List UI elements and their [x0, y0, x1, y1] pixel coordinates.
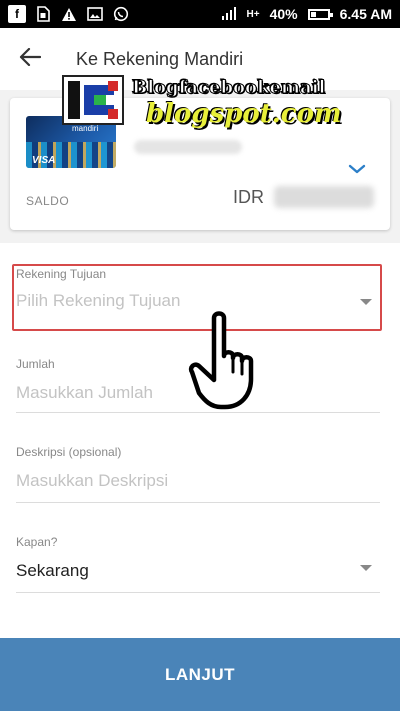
destination-label: Rekening Tujuan [16, 267, 107, 281]
page-title: Ke Rekening Mandiri [76, 48, 244, 69]
sim-card-icon [34, 5, 52, 23]
balance-label: SALDO [26, 194, 70, 208]
card-network: VISA [32, 155, 56, 166]
description-input[interactable]: Masukkan Deskripsi [16, 471, 380, 491]
status-bar: f H+ 40% 6.45 AM [0, 0, 400, 28]
whatsapp-icon [112, 5, 130, 23]
balance-redacted [274, 186, 374, 208]
account-number-redacted [134, 140, 242, 154]
clock: 6.45 AM [339, 6, 392, 22]
app-header: Ke Rekening Mandiri [0, 28, 400, 90]
arrow-left-icon [19, 47, 42, 70]
facebook-icon: f [8, 5, 26, 23]
description-label: Deskripsi (opsional) [16, 445, 122, 459]
description-field[interactable]: Deskripsi (opsional) Masukkan Deskripsi [16, 445, 380, 503]
card-brand: mandiri [72, 124, 99, 133]
continue-button[interactable]: LANJUT [0, 638, 400, 711]
warning-icon [60, 5, 78, 23]
card-image: mandiri VISA [26, 116, 116, 168]
schedule-value: Sekarang [16, 561, 89, 580]
schedule-label: Kapan? [16, 535, 58, 549]
chevron-down-icon [344, 163, 370, 182]
transfer-form: Rekening Tujuan Pilih Rekening Tujuan Ju… [0, 243, 400, 640]
image-icon [86, 5, 104, 23]
source-account-card: mandiri VISA SALDO IDR [10, 98, 390, 230]
battery-icon [307, 8, 333, 20]
battery-fill [310, 11, 317, 17]
signal-icon [221, 6, 237, 23]
dropdown-arrow-icon [360, 299, 372, 305]
network-type: H+ [246, 8, 260, 20]
back-button[interactable] [0, 28, 60, 90]
dropdown-arrow-icon [360, 565, 372, 571]
balance-currency: IDR [233, 187, 264, 207]
expand-account-button[interactable] [344, 160, 370, 178]
battery-percent: 40% [269, 6, 298, 22]
schedule-select[interactable]: Kapan? Sekarang [16, 535, 380, 593]
pointing-hand-icon [188, 308, 280, 412]
